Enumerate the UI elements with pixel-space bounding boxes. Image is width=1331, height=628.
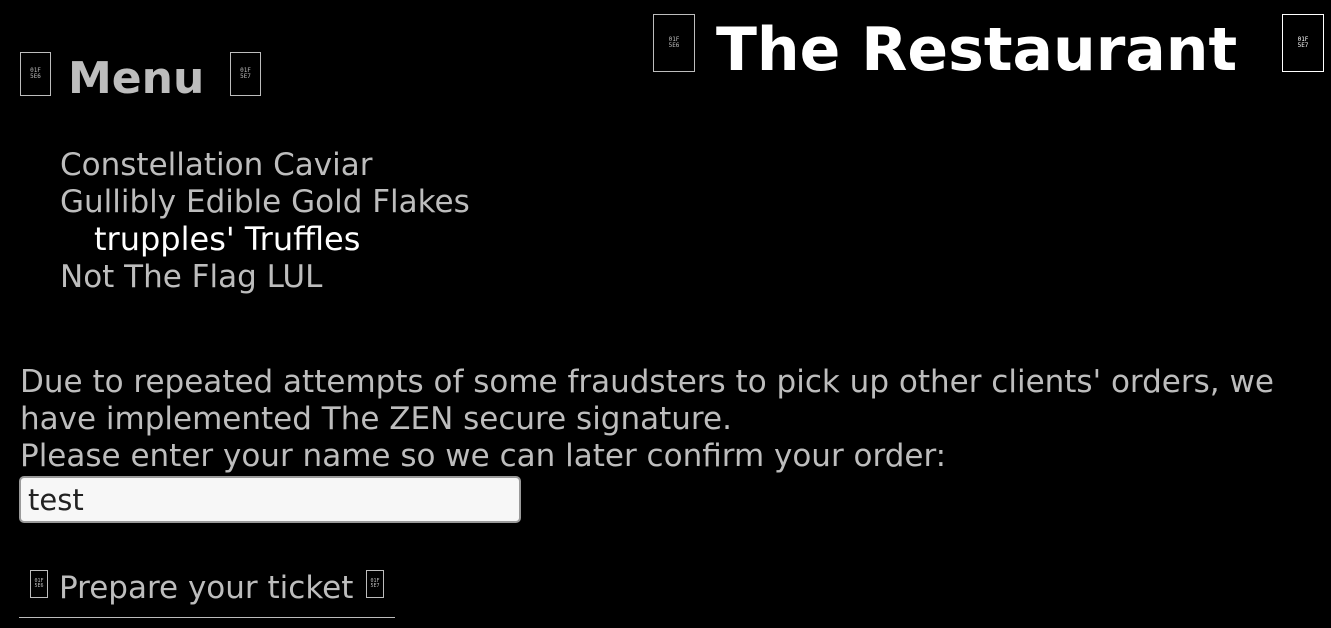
header-right-glyph-icon: 01F 5E7 [1282,14,1324,72]
ticket-right-glyph-icon: 01F 5E7 [366,570,384,598]
name-input[interactable] [19,476,521,523]
name-prompt: Please enter your name so we can later c… [20,438,947,474]
prepare-ticket-button[interactable]: 01F 5E6 Prepare your ticket 01F 5E7 [19,566,395,618]
menu-left-glyph-icon: 01F 5E6 [20,52,51,96]
menu-item-gold-flakes[interactable]: Gullibly Edible Gold Flakes [60,183,470,221]
menu-right-glyph-icon: 01F 5E7 [230,52,261,96]
menu-heading: Menu [68,53,205,104]
menu-item-not-the-flag[interactable]: Not The Flag LUL [60,258,322,296]
site-title: The Restaurant [716,15,1238,85]
menu-item-constellation-caviar[interactable]: Constellation Caviar [60,146,372,184]
header-left-glyph-icon: 01F 5E6 [653,14,695,72]
menu-item-truffles[interactable]: trupples' Truffles [94,220,360,258]
ticket-left-glyph-icon: 01F 5E6 [30,570,48,598]
prepare-ticket-label: Prepare your ticket [59,570,354,606]
notice-text: Due to repeated attempts of some fraudst… [20,364,1274,437]
signature-notice: Due to repeated attempts of some fraudst… [20,364,1320,475]
